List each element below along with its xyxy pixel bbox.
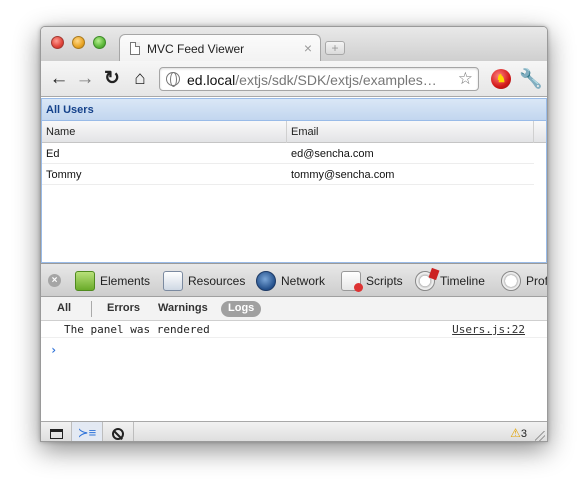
window-close-button[interactable] xyxy=(51,36,64,49)
tab-label: Scripts xyxy=(366,274,403,288)
url-text: ed.local/extjs/sdk/SDK/extjs/examples… xyxy=(187,72,437,88)
timeline-icon xyxy=(415,271,435,291)
url-path: /extjs/sdk/SDK/extjs/examples… xyxy=(235,72,437,88)
filter-warnings[interactable]: Warnings xyxy=(152,301,214,317)
page-content: All Users Name Email Ed ed@sencha.com To… xyxy=(41,98,547,263)
tab-network[interactable]: Network xyxy=(256,271,325,291)
filter-errors[interactable]: Errors xyxy=(101,301,146,317)
table-row[interactable]: Tommy tommy@sencha.com xyxy=(42,164,534,185)
cell-name: Ed xyxy=(46,148,60,160)
tab-resources[interactable]: Resources xyxy=(163,271,245,291)
url-host: ed.local xyxy=(187,72,236,88)
panel-title: All Users xyxy=(42,99,546,121)
forward-arrow-icon[interactable]: → xyxy=(75,69,95,89)
tab-label: Timeline xyxy=(440,274,485,288)
devtools-panel: × Elements Resources Network Scripts Tim… xyxy=(41,263,547,441)
tab-timeline[interactable]: Timeline xyxy=(415,271,485,291)
table-row[interactable]: Ed ed@sencha.com xyxy=(42,143,534,164)
tab-profiles[interactable]: Profi xyxy=(501,271,548,291)
reload-icon[interactable]: ↻ xyxy=(102,69,122,89)
tab-scripts[interactable]: Scripts xyxy=(341,271,403,292)
clear-console-icon[interactable] xyxy=(103,422,134,441)
console-filter-bar: All Errors Warnings Logs xyxy=(41,297,547,321)
users-grid-panel: All Users Name Email Ed ed@sencha.com To… xyxy=(41,98,547,263)
cell-name: Tommy xyxy=(46,169,82,181)
grid-header: Name Email xyxy=(42,121,546,143)
close-devtools-icon[interactable]: × xyxy=(48,274,61,287)
console-output: The panel was rendered Users.js:22 › xyxy=(41,321,547,421)
console-source-link[interactable]: Users.js:22 xyxy=(452,323,525,336)
console-toggle-icon[interactable]: ≻≡ xyxy=(72,422,103,441)
browser-tab[interactable]: MVC Feed Viewer × xyxy=(119,34,321,62)
document-icon xyxy=(130,42,140,55)
cell-email: tommy@sencha.com xyxy=(291,169,395,181)
filter-all[interactable]: All xyxy=(51,301,77,317)
back-arrow-icon[interactable]: ← xyxy=(49,69,69,89)
cell-email: ed@sencha.com xyxy=(291,148,374,160)
address-bar[interactable]: ed.local/extjs/sdk/SDK/extjs/examples… ☆ xyxy=(159,67,479,91)
browser-toolbar: ← → ↻ ⌂ ed.local/extjs/sdk/SDK/extjs/exa… xyxy=(41,61,547,97)
scripts-icon xyxy=(341,271,363,292)
tab-strip: MVC Feed Viewer × + xyxy=(41,27,547,62)
profiles-icon xyxy=(501,271,521,291)
tab-close-icon[interactable]: × xyxy=(304,40,312,56)
devtools-toolbar: × Elements Resources Network Scripts Tim… xyxy=(41,264,547,297)
filter-divider xyxy=(91,301,92,317)
resources-icon xyxy=(163,271,183,291)
column-header-email[interactable]: Email xyxy=(287,121,534,143)
tab-label: Profi xyxy=(526,274,548,288)
window-minimize-button[interactable] xyxy=(72,36,85,49)
globe-icon xyxy=(166,72,180,87)
devil-extension-icon[interactable]: ♞ xyxy=(491,69,511,89)
filter-logs[interactable]: Logs xyxy=(221,301,262,317)
devtools-status-bar: ≻≡ ⚠3 xyxy=(41,421,547,441)
column-header-name[interactable]: Name xyxy=(42,121,287,143)
browser-window: MVC Feed Viewer × + ← → ↻ ⌂ ed.local/ext… xyxy=(40,26,548,442)
resize-grip-icon[interactable] xyxy=(535,431,545,441)
warning-icon: ⚠ xyxy=(510,426,521,440)
console-message-text: The panel was rendered xyxy=(64,323,210,336)
tab-label: Network xyxy=(281,274,326,288)
home-icon[interactable]: ⌂ xyxy=(130,69,150,89)
wrench-icon[interactable]: 🔧 xyxy=(519,67,543,91)
console-message: The panel was rendered Users.js:22 xyxy=(41,321,547,338)
network-icon xyxy=(256,271,276,291)
tab-label: Resources xyxy=(188,274,246,288)
new-tab-button[interactable]: + xyxy=(325,41,345,55)
warning-counter[interactable]: ⚠3 xyxy=(510,426,527,440)
window-zoom-button[interactable] xyxy=(93,36,106,49)
elements-icon xyxy=(75,271,95,291)
star-icon[interactable]: ☆ xyxy=(458,69,473,89)
tab-elements[interactable]: Elements xyxy=(75,271,150,291)
console-prompt[interactable]: › xyxy=(50,343,57,357)
dock-icon[interactable] xyxy=(41,422,72,441)
tab-label: Elements xyxy=(100,274,151,288)
tab-title: MVC Feed Viewer xyxy=(147,42,245,56)
warning-count: 3 xyxy=(520,428,527,440)
